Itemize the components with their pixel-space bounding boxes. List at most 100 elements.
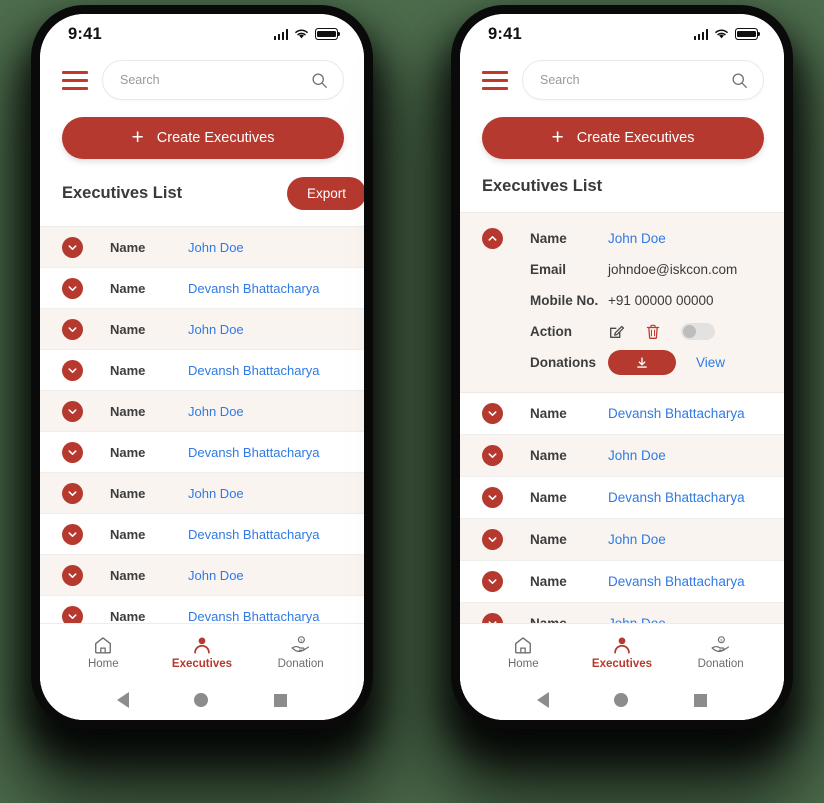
edit-pencil-icon[interactable] [608,323,625,340]
android-back-icon[interactable] [536,692,549,708]
row-label: Name [530,616,608,623]
row-label: Name [110,239,146,255]
row-label: Name [110,321,146,337]
row-value[interactable]: Devansh Bhattacharya [188,363,320,378]
chevron-down-icon[interactable] [482,487,503,508]
chevron-down-icon[interactable] [62,359,83,381]
row-label: Name [110,444,146,460]
table-row[interactable]: Name John Doe [40,309,364,350]
table-row[interactable]: NameJohn Doe [40,555,364,596]
chevron-down-icon[interactable] [62,441,83,463]
search-bar[interactable] [102,60,344,100]
android-home-icon[interactable] [194,693,209,707]
chevron-down-icon[interactable] [62,236,83,258]
nav-item-label: Donation [277,657,324,670]
table-row[interactable]: Name Devansh Bhattacharya [40,596,364,623]
status-toggle-switch[interactable] [681,323,715,340]
android-nav-bar-right[interactable] [460,680,784,720]
android-recents-icon[interactable] [694,693,708,707]
table-row[interactable]: NameJohn Doe [40,391,364,432]
row-value[interactable]: Devansh Bhattacharya [188,527,320,542]
table-row[interactable]: NameJohn Doe [460,519,784,561]
create-executives-button[interactable]: + Create Executives [62,117,344,159]
hamburger-menu-icon[interactable] [482,70,508,90]
nav-item-home[interactable]: Home [65,635,141,670]
row-value[interactable]: John Doe [608,448,666,463]
row-value[interactable]: John Doe [608,532,666,547]
table-row[interactable]: Name John Doe [40,227,364,268]
android-back-icon[interactable] [116,692,129,708]
row-value[interactable]: Devansh Bhattacharya [608,406,745,421]
list-header: Executives List Export [40,159,364,226]
search-input[interactable] [120,73,311,87]
nav-item-donation[interactable]: $ Donation [683,635,759,670]
row-value[interactable]: John Doe [188,568,244,583]
create-executives-button[interactable]: + Create Executives [482,117,764,159]
executives-list-left[interactable]: Name John Doe Name Devansh Bhattacharya Name… [40,226,364,623]
table-row[interactable]: Name Devansh Bhattacharya [40,350,364,391]
card-row-email: Email johndoe@iskcon.com [482,254,762,285]
chevron-down-icon[interactable] [62,277,83,299]
chevron-down-icon[interactable] [482,445,503,466]
table-row[interactable]: NameJohn Doe [40,473,364,514]
search-icon[interactable] [311,72,328,89]
row-value[interactable]: John Doe [188,240,244,255]
row-label: Name [110,608,146,624]
bottom-nav-left[interactable]: Home Executives $ Donation [40,623,364,680]
table-row[interactable]: Name Devansh Bhattacharya [460,561,784,603]
row-value[interactable]: John Doe [188,322,244,337]
chevron-down-icon[interactable] [62,605,83,623]
status-time: 9:41 [68,24,102,43]
android-nav-bar-left[interactable] [40,680,364,720]
row-value[interactable]: Devansh Bhattacharya [188,281,320,296]
view-donations-link[interactable]: View [696,355,725,370]
row-value[interactable]: John Doe [608,616,666,623]
table-row[interactable]: NameJohn Doe [460,435,784,477]
row-value[interactable]: Devansh Bhattacharya [608,490,745,505]
search-bar[interactable] [522,60,764,100]
row-value[interactable]: Devansh Bhattacharya [188,609,320,624]
chevron-down-icon[interactable] [482,571,503,592]
trash-delete-icon[interactable] [645,323,661,340]
chevron-down-icon[interactable] [62,482,83,504]
phone-frame-right: 9:41 Search + Create Executives Executiv… [460,14,784,720]
nav-item-home[interactable]: Home [485,635,561,670]
hamburger-menu-icon[interactable] [62,70,88,90]
chevron-down-icon[interactable] [62,564,83,586]
nav-item-donation[interactable]: $ Donation [263,635,339,670]
chevron-down-icon[interactable] [482,529,503,550]
row-label: Name [110,362,146,378]
chevron-up-icon[interactable] [482,228,503,249]
search-icon[interactable] [731,72,748,89]
row-value[interactable]: Devansh Bhattacharya [608,574,745,589]
chevron-down-icon[interactable] [62,400,83,422]
battery-full-icon [315,28,341,40]
table-row[interactable]: Name Devansh Bhattacharya [40,268,364,309]
chevron-down-icon[interactable] [62,318,83,340]
donation-hand-coin-icon: $ [290,635,311,655]
page-title: Executives List [482,177,603,195]
row-value[interactable]: Devansh Bhattacharya [188,445,320,460]
search-input[interactable] [540,73,731,87]
chevron-down-icon[interactable] [62,523,83,545]
export-button[interactable]: Export [286,177,364,210]
table-row[interactable]: Name Devansh Bhattacharya [460,393,784,435]
table-row[interactable]: Name Devansh Bhattacharya [40,514,364,555]
table-row[interactable]: NameJohn Doe [460,603,784,623]
table-row[interactable]: Name Devansh Bhattacharya [40,432,364,473]
row-value[interactable]: John Doe [188,404,244,419]
list-header: Executives List [460,159,784,212]
executives-list-right[interactable]: Name John Doe Email johndoe@iskcon.com M… [460,212,784,623]
nav-item-executives[interactable]: Executives [584,635,660,670]
card-value-name[interactable]: John Doe [608,231,666,246]
nav-item-executives[interactable]: Executives [164,635,240,670]
table-row[interactable]: Name Devansh Bhattacharya [460,477,784,519]
row-value[interactable]: John Doe [188,486,244,501]
android-recents-icon[interactable] [274,693,288,707]
download-donations-button[interactable] [608,350,676,375]
android-home-icon[interactable] [614,693,629,707]
chevron-down-icon[interactable] [482,613,503,623]
person-icon [612,635,632,655]
chevron-down-icon[interactable] [482,403,503,424]
bottom-nav-right[interactable]: Home Executives $ Donation [460,623,784,680]
